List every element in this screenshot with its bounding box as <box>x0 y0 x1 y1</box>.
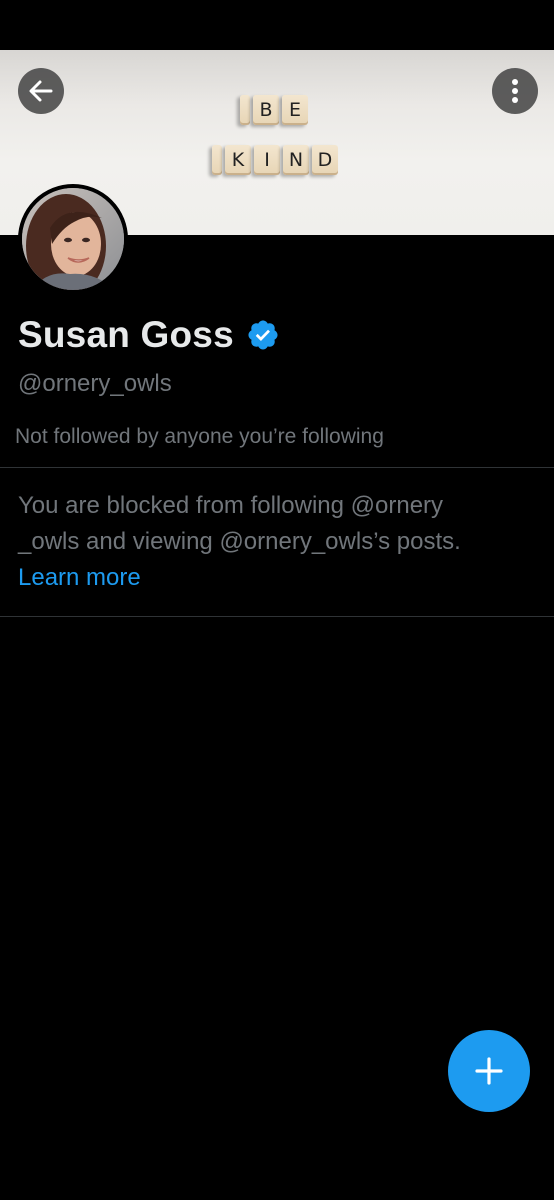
back-button[interactable] <box>18 68 64 114</box>
letter-tile: E <box>282 95 308 125</box>
compose-post-button[interactable] <box>448 1030 530 1112</box>
display-name: Susan Goss <box>18 314 280 356</box>
followers-you-know: Not followed by anyone you’re following <box>15 425 384 448</box>
letter-tile: K <box>225 145 251 175</box>
letter-tile <box>212 145 222 175</box>
profile-handle: @ornery_owls <box>18 370 172 397</box>
more-options-button[interactable] <box>492 68 538 114</box>
banner-tiles-be: B E <box>240 95 308 125</box>
banner-tiles-kind: K I N D <box>212 145 338 175</box>
more-vertical-icon <box>512 79 518 103</box>
display-name-text: Susan Goss <box>18 314 234 355</box>
avatar[interactable] <box>18 184 128 294</box>
profile-photo <box>22 188 124 290</box>
letter-tile: I <box>254 145 280 175</box>
letter-tile: B <box>253 95 279 125</box>
blocked-notice-line: You are blocked from following @ornery <box>18 492 444 519</box>
divider <box>0 467 554 468</box>
blocked-notice-line: _owls and viewing @ornery_owls’s posts. <box>18 528 461 555</box>
blocked-notice: You are blocked from following @ornery _… <box>18 488 538 596</box>
learn-more-link[interactable]: Learn more <box>18 560 538 596</box>
status-bar <box>0 0 554 50</box>
divider <box>0 616 554 617</box>
letter-tile: N <box>283 145 309 175</box>
letter-tile <box>240 95 250 125</box>
plus-icon <box>475 1057 503 1085</box>
verified-badge-icon[interactable] <box>246 318 280 352</box>
arrow-left-icon <box>29 80 53 102</box>
letter-tile: D <box>312 145 338 175</box>
